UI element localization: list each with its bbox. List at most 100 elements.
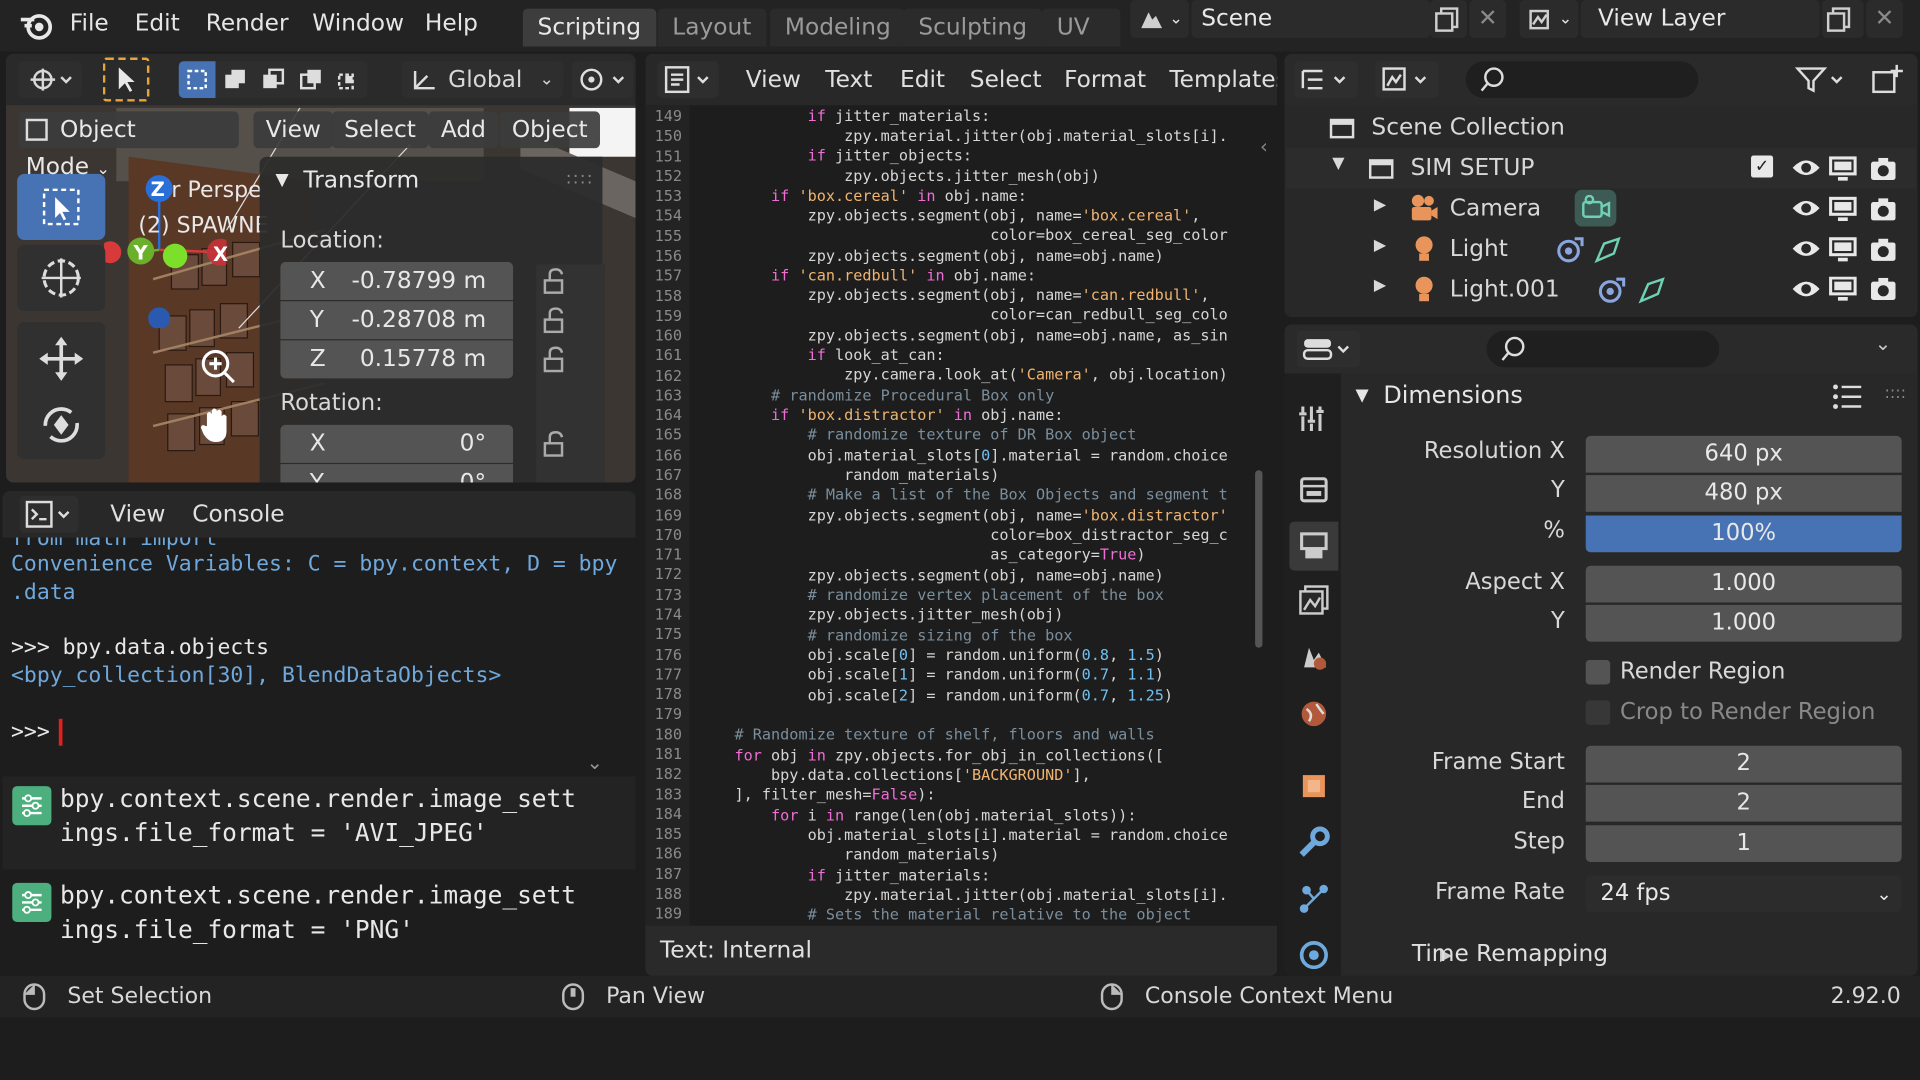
- tab-object[interactable]: [1289, 762, 1338, 811]
- tab-output[interactable]: [1289, 521, 1339, 571]
- code-line[interactable]: color=box_distractor_seg_c: [698, 525, 1228, 543]
- lock-location-y-icon[interactable]: [540, 306, 569, 335]
- tab-particles[interactable]: [1289, 874, 1338, 923]
- code-line[interactable]: obj.material_slots[0].material = random.…: [698, 446, 1228, 464]
- code-line[interactable]: # randomize vertex placement of the box: [698, 585, 1164, 603]
- menu-file[interactable]: File: [70, 10, 109, 37]
- code-line[interactable]: zpy.objects.jitter_mesh(obj): [698, 605, 1064, 623]
- text-menu-edit[interactable]: Edit: [900, 66, 945, 93]
- menu-render[interactable]: Render: [206, 10, 289, 37]
- text-menu-text[interactable]: Text: [825, 66, 872, 93]
- viewport-menu-object[interactable]: Object: [499, 111, 600, 149]
- outliner-search-input[interactable]: [1465, 61, 1699, 98]
- camera-render-icon[interactable]: [1869, 236, 1898, 263]
- tool-cursor[interactable]: [17, 244, 106, 312]
- light-data-icon[interactable]: [1555, 234, 1587, 266]
- code-line[interactable]: random_materials): [698, 845, 999, 863]
- move-icon[interactable]: [37, 334, 86, 383]
- viewport-menu-view[interactable]: View: [253, 111, 334, 149]
- code-line[interactable]: obj.material_slots[i].material = random.…: [698, 825, 1228, 843]
- code-line[interactable]: obj.scale[0] = random.uniform(0.8, 1.5): [698, 645, 1164, 663]
- blender-logo-icon[interactable]: [17, 7, 54, 44]
- select-invert-icon[interactable]: [291, 61, 329, 98]
- lock-location-z-icon[interactable]: [540, 345, 569, 374]
- location-y-field[interactable]: Y -0.28708 m: [280, 301, 514, 340]
- dimensions-panel-header[interactable]: ▼ Dimensions: [1356, 381, 1523, 409]
- code-line[interactable]: # Make a list of the Box Objects and seg…: [698, 485, 1228, 503]
- code-line[interactable]: for i in range(len(obj.material_slots)):: [698, 806, 1136, 824]
- info-report-row[interactable]: bpy.context.scene.render.image_sett ings…: [2, 776, 636, 870]
- light-data-icon[interactable]: [1597, 274, 1629, 306]
- render-region-checkbox[interactable]: Render Region: [1585, 659, 1785, 684]
- editor-type-button[interactable]: [18, 61, 83, 98]
- chevron-right-icon[interactable]: ▶: [1374, 236, 1386, 254]
- code-line[interactable]: # Randomize texture of shelf, floors and…: [698, 725, 1155, 743]
- rotate-icon[interactable]: [37, 400, 86, 449]
- object-mode-dropdown[interactable]: Object Mode ⌄: [18, 111, 239, 180]
- select-subtract-icon[interactable]: [253, 61, 291, 98]
- scene-name-field[interactable]: Scene: [1191, 0, 1431, 38]
- filter-button[interactable]: [1791, 61, 1852, 98]
- console-menu-view[interactable]: View: [110, 501, 165, 528]
- camera-data-icon[interactable]: [1574, 189, 1617, 227]
- code-line[interactable]: zpy.camera.look_at('Camera', obj.locatio…: [698, 365, 1228, 383]
- chevron-right-icon[interactable]: ▶: [1374, 277, 1386, 295]
- hand-icon[interactable]: [197, 404, 236, 446]
- code-line[interactable]: color=box_cereal_seg_color: [698, 225, 1228, 243]
- code-line[interactable]: zpy.objects.segment(obj, name='box.cerea…: [698, 206, 1201, 224]
- resolution-y-field[interactable]: 480 px: [1585, 475, 1902, 512]
- monitor-icon[interactable]: [1828, 276, 1857, 301]
- code-line[interactable]: # randomize sizing of the box: [698, 626, 1073, 644]
- tab-modifiers[interactable]: [1289, 818, 1338, 867]
- code-line[interactable]: if jitter_materials:: [698, 107, 991, 125]
- select-extend-icon[interactable]: [216, 61, 254, 98]
- code-line[interactable]: zpy.objects.segment(obj, name=obj.name): [698, 246, 1164, 264]
- info-editor[interactable]: ⌄ bpy.context.scene.render.image_sett in…: [2, 753, 636, 976]
- eye-icon[interactable]: [1790, 236, 1822, 260]
- code-line[interactable]: # randomize texture of DR Box object: [698, 425, 1137, 443]
- code-line[interactable]: for obj in zpy.objects.for_obj_in_collec…: [698, 746, 1164, 764]
- code-line[interactable]: if 'can.redbull' in obj.name:: [698, 266, 1036, 284]
- tab-render[interactable]: [1289, 465, 1338, 514]
- info-report-row[interactable]: bpy.context.scene.render.image_sett ings…: [2, 873, 636, 967]
- editor-type-button[interactable]: [1294, 61, 1358, 98]
- drag-handle-icon[interactable]: ::::: [566, 169, 594, 189]
- eye-icon[interactable]: [1790, 277, 1822, 301]
- scene-browse-button[interactable]: ⌄: [1130, 0, 1189, 38]
- new-collection-button[interactable]: [1865, 61, 1909, 98]
- resolution-percent-slider[interactable]: 100%: [1585, 515, 1902, 553]
- zoom-icon[interactable]: [200, 348, 237, 385]
- camera-render-icon[interactable]: [1869, 156, 1898, 183]
- new-view-layer-button[interactable]: [1822, 0, 1864, 38]
- resolution-x-field[interactable]: 640 px: [1585, 435, 1902, 473]
- transform-panel-header[interactable]: ▼ Transform: [276, 167, 420, 194]
- code-line[interactable]: random_materials): [698, 465, 999, 483]
- code-line[interactable]: if 'box.distractor' in obj.name:: [698, 405, 1063, 423]
- select-new-icon[interactable]: [178, 61, 216, 98]
- code-line[interactable]: zpy.material.jitter(obj.material_slots[i…: [698, 885, 1228, 903]
- camera-render-icon[interactable]: [1869, 277, 1898, 301]
- exclude-checkbox[interactable]: ✓: [1751, 155, 1774, 178]
- code-line[interactable]: obj.scale[2] = random.uniform(0.7, 1.25): [698, 686, 1173, 704]
- location-z-field[interactable]: Z 0.15778 m: [280, 340, 514, 379]
- code-line[interactable]: zpy.objects.segment(obj, name='box.distr…: [698, 506, 1228, 524]
- frame-rate-dropdown[interactable]: 24 fps ⌄: [1585, 875, 1902, 913]
- monitor-icon[interactable]: [1828, 156, 1857, 183]
- code-line[interactable]: ], filter_mesh=False):: [698, 785, 935, 803]
- view-layer-field[interactable]: View Layer: [1580, 0, 1820, 38]
- tab-physics[interactable]: [1289, 931, 1338, 980]
- menu-help[interactable]: Help: [425, 10, 478, 37]
- tab-world[interactable]: [1289, 689, 1338, 738]
- text-menu-templates[interactable]: Templates: [1169, 66, 1277, 93]
- constraint-icon[interactable]: [1636, 274, 1668, 306]
- frame-start-field[interactable]: 2: [1585, 745, 1902, 783]
- tab-tool[interactable]: [1289, 394, 1338, 443]
- eye-icon[interactable]: [1790, 196, 1822, 220]
- code-line[interactable]: as_category=True): [698, 545, 1145, 563]
- lock-location-x-icon[interactable]: [540, 267, 569, 296]
- select-intersect-icon[interactable]: [329, 61, 367, 98]
- editor-type-button[interactable]: [19, 495, 79, 533]
- code-line[interactable]: zpy.objects.segment(obj, name='can.redbu…: [698, 285, 1210, 303]
- eye-icon[interactable]: [1790, 156, 1822, 180]
- transform-orientation-dropdown[interactable]: Global ⌄: [401, 61, 564, 98]
